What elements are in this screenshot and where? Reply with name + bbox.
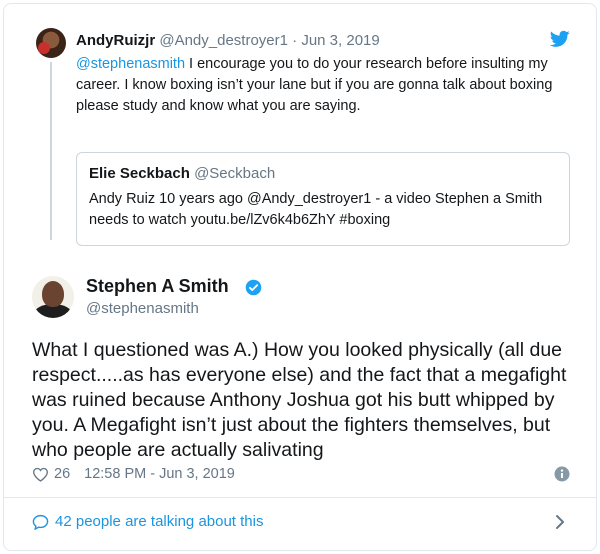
parent-author-handle[interactable]: @Andy_destroyer1 xyxy=(159,32,288,49)
parent-tweet-text: @stephenasmith I encourage you to do you… xyxy=(76,54,576,117)
speech-bubble-icon xyxy=(32,514,49,530)
heart-icon[interactable] xyxy=(32,467,49,482)
quoted-author-name: Elie Seckbach xyxy=(89,165,190,182)
parent-tweet-date[interactable]: Jun 3, 2019 xyxy=(301,32,379,49)
avatar-face xyxy=(42,281,64,307)
main-author-handle[interactable]: @stephenasmith xyxy=(86,300,199,317)
conversation-count-label: 42 people are talking about this xyxy=(55,513,264,530)
main-tweet-text: What I questioned was A.) How you looked… xyxy=(32,339,567,461)
andyruizjr-avatar[interactable] xyxy=(36,28,66,58)
quoted-tweet[interactable]: Elie Seckbach @Seckbach Andy Ruiz 10 yea… xyxy=(76,152,570,246)
twitter-bird-icon[interactable] xyxy=(550,30,570,48)
verified-badge-icon xyxy=(245,279,262,296)
quoted-author-handle: @Seckbach xyxy=(194,165,276,182)
thread-line xyxy=(50,62,52,240)
tweet-meta-row: 26 12:58 PM - Jun 3, 2019 xyxy=(32,466,235,482)
info-icon[interactable] xyxy=(554,466,570,482)
header-separator: · xyxy=(292,32,298,49)
tweet-timestamp[interactable]: 12:58 PM - Jun 3, 2019 xyxy=(84,466,235,482)
stephenasmith-avatar[interactable] xyxy=(32,276,74,318)
parent-author-name[interactable]: AndyRuizjr xyxy=(76,32,155,49)
chevron-right-icon[interactable] xyxy=(554,514,566,530)
conversation-link[interactable]: 42 people are talking about this xyxy=(32,513,263,530)
mention-link[interactable]: @stephenasmith xyxy=(76,56,185,72)
quoted-tweet-header: Elie Seckbach @Seckbach xyxy=(89,165,275,182)
main-author-name[interactable]: Stephen A Smith xyxy=(86,276,229,297)
quoted-tweet-text: Andy Ruiz 10 years ago @Andy_destroyer1 … xyxy=(89,191,543,228)
parent-tweet-header: AndyRuizjr @Andy_destroyer1 · Jun 3, 201… xyxy=(76,32,380,49)
footer-divider xyxy=(3,497,597,498)
like-count[interactable]: 26 xyxy=(54,466,70,482)
